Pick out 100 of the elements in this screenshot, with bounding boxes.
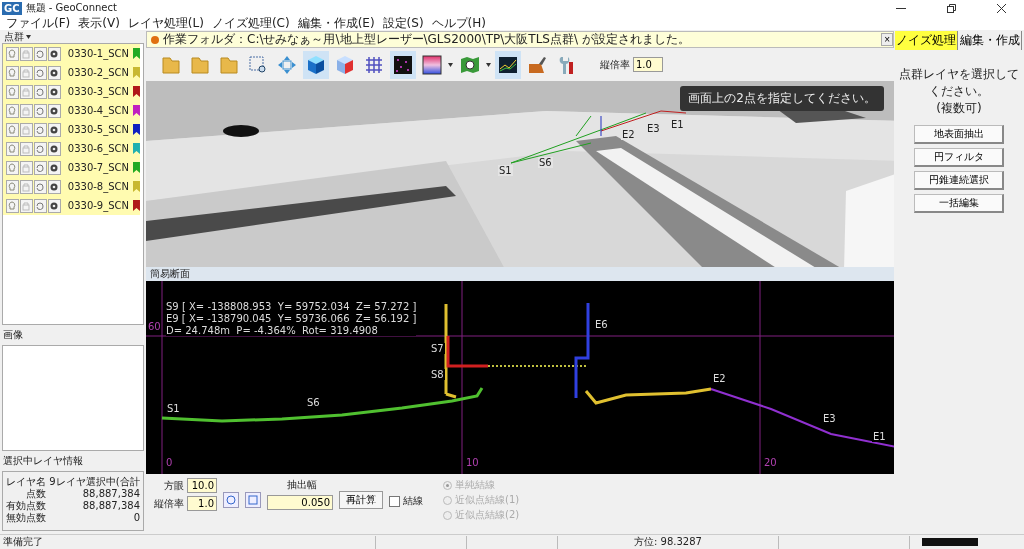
marker-label: S1 [166, 403, 181, 414]
coordinate-readout: E9 [ X= -138790.045 Y= 59736.066 Z= 56.192 ] [166, 313, 417, 324]
layer-row[interactable]: 0330-1_SCN [3, 44, 140, 63]
layer-tool-button[interactable] [47, 198, 61, 213]
cube-icon [334, 53, 356, 76]
color-gradient-icon [421, 53, 443, 76]
recalculate-button[interactable]: 再計算 [339, 491, 383, 509]
lock-icon [21, 200, 32, 211]
cube-icon [305, 53, 327, 76]
layer-tool-button[interactable] [47, 46, 61, 61]
caret-icon [26, 34, 31, 39]
field-label: 方眼 [164, 478, 184, 493]
layer-tool-button[interactable] [47, 141, 61, 156]
bulb-icon [7, 181, 18, 192]
layer-row[interactable]: 0330-4_SCN [3, 101, 140, 120]
point-label: E3 [646, 123, 661, 134]
status-indicator [922, 538, 978, 546]
menu-item[interactable]: ファイル(F) [2, 16, 75, 30]
radio-label: 近似点結線(2) [455, 508, 520, 522]
refresh-icon [35, 143, 46, 154]
gear-icon [49, 200, 60, 211]
refresh-icon [35, 124, 46, 135]
rotate-button[interactable] [223, 492, 239, 508]
axis-label: 0 [166, 457, 173, 468]
gear-icon [49, 124, 60, 135]
info-value: 88,887,384 [81, 500, 140, 512]
tab[interactable]: ノイズ処理 [895, 31, 958, 50]
gear-icon [49, 181, 60, 192]
hint-tooltip: 画面上の2点を指定してください。 [680, 86, 884, 111]
menu-item[interactable]: ノイズ処理(C) [207, 16, 294, 30]
toolbar-button[interactable] [303, 50, 329, 79]
bulb-icon [7, 124, 18, 135]
menu-item[interactable]: レイヤ処理(L) [123, 16, 208, 30]
marker-label: E2 [712, 373, 727, 384]
gear-icon [49, 105, 60, 116]
layer-tool-button[interactable] [47, 122, 61, 137]
layer-tool-button[interactable] [47, 160, 61, 175]
lock-icon [21, 124, 32, 135]
bulb-icon [7, 67, 18, 78]
layer-row[interactable]: 0330-5_SCN [3, 120, 140, 139]
width-field[interactable]: 0.050 [267, 495, 333, 510]
layer-row[interactable]: 0330-8_SCN [3, 177, 140, 196]
menu-item[interactable]: 設定(S) [378, 16, 428, 30]
layer-tool-button[interactable] [47, 103, 61, 118]
toolbar-button[interactable] [390, 50, 416, 79]
caret-icon [448, 62, 453, 67]
info-value: 0 [132, 512, 140, 524]
rotate-icon [226, 495, 236, 505]
menu-item[interactable]: 編集・作成(E) [293, 16, 379, 30]
zoom-window-icon [247, 53, 269, 76]
notice-text: 作業フォルダ：C:\せみなぁ～用\地上型レーザー\GLS2000\TP\大阪TLS点群\ が設定されました。 [163, 31, 691, 48]
action-button[interactable]: 円フィルタ [914, 148, 1004, 167]
menu-item[interactable]: 表示(V) [74, 16, 124, 30]
tab[interactable]: 編集・作成 [959, 31, 1022, 50]
refresh-icon [35, 181, 46, 192]
axis-label: 20 [764, 457, 777, 468]
lock-icon [21, 86, 32, 97]
refresh-icon [35, 105, 46, 116]
bulb-icon [7, 105, 18, 116]
panel-title: 画像 [2, 328, 24, 342]
warning-icon [151, 35, 159, 44]
layer-row[interactable]: 0330-9_SCN [3, 196, 140, 215]
marker-label: S8 [430, 369, 445, 380]
action-button[interactable]: 地表面抽出 [914, 125, 1004, 144]
close-icon [996, 3, 1006, 13]
layer-row[interactable]: 0330-2_SCN [3, 63, 140, 82]
field-label: 縦倍率 [600, 57, 630, 72]
refresh-icon [35, 200, 46, 211]
gear-icon [49, 162, 60, 173]
layer-row[interactable]: 0330-6_SCN [3, 139, 140, 158]
grid-field[interactable]: 10.0 [187, 478, 217, 493]
lock-icon [21, 143, 32, 154]
layer-row[interactable]: 0330-3_SCN [3, 82, 140, 101]
info-label: レイヤ名 [6, 476, 47, 488]
toolbar-button[interactable] [495, 50, 521, 79]
gear-icon [49, 143, 60, 154]
field-label: 抽出幅 [287, 478, 317, 492]
layer-row[interactable]: 0330-7_SCN [3, 158, 140, 177]
radio-label: 近似点結線(1) [455, 493, 520, 507]
layer-tool-button[interactable] [47, 65, 61, 80]
radio-label: 単純結線 [455, 478, 495, 492]
action-button[interactable]: 一括編集 [914, 194, 1004, 213]
close-button[interactable]: × [881, 33, 893, 46]
layer-name: 0330-4_SCN [67, 105, 130, 116]
status-text: 準備完了 [2, 535, 44, 549]
scale-field[interactable]: 1.0 [633, 57, 663, 72]
checkbox[interactable] [389, 495, 400, 507]
menu-item[interactable]: ヘルプ(H) [427, 16, 490, 30]
lock-icon [21, 105, 32, 116]
layer-tool-button[interactable] [47, 179, 61, 194]
zoom-window-icon [248, 495, 258, 505]
marker-label: S6 [306, 397, 321, 408]
refresh-icon [35, 48, 46, 59]
marker-label: S7 [430, 343, 445, 354]
zoom-button[interactable] [245, 492, 261, 508]
layer-tool-button[interactable] [47, 84, 61, 99]
action-button[interactable]: 円錐連続選択 [914, 171, 1004, 190]
layer-name: 0330-8_SCN [67, 181, 130, 192]
lock-icon [21, 162, 32, 173]
scale-field[interactable]: 1.0 [187, 496, 217, 511]
